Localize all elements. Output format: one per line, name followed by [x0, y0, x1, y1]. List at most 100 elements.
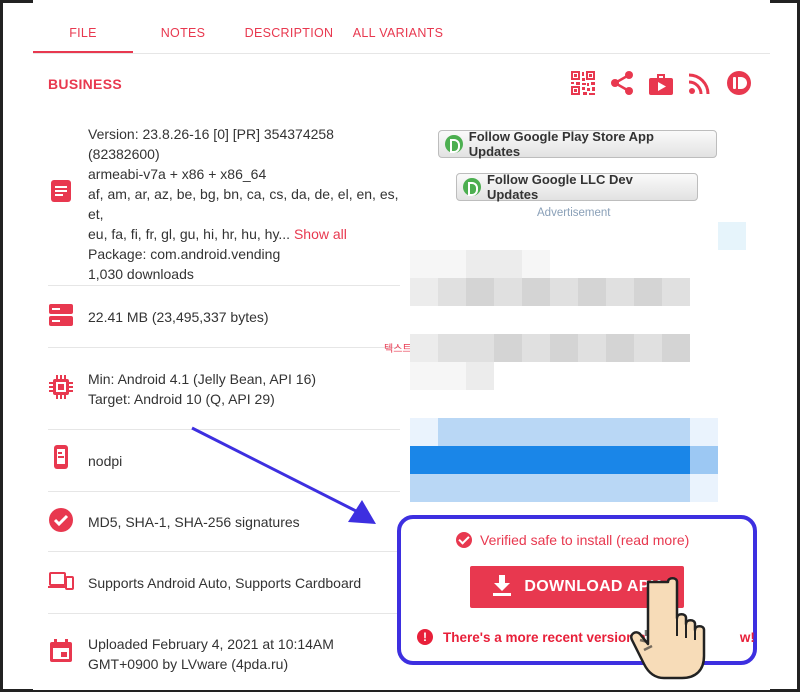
ad-pixel	[662, 446, 690, 474]
ad-pixel	[690, 362, 718, 390]
ad-pixel	[550, 306, 578, 334]
ad-pixel	[466, 222, 494, 250]
ad-pixel	[606, 446, 634, 474]
version-row: Version: 23.8.26-16 [0] [PR] 354374258 (…	[48, 120, 400, 286]
ad-pixel	[438, 474, 466, 502]
tab-bar: FILE NOTES DESCRIPTION ALL VARIANTS	[33, 10, 451, 54]
tab-description[interactable]: DESCRIPTION	[233, 10, 345, 54]
ad-pixel	[410, 334, 438, 362]
ad-pixel	[662, 418, 690, 446]
target-sdk: Target: Android 10 (Q, API 29)	[88, 391, 275, 407]
supports-text: Supports Android Auto, Supports Cardboar…	[88, 575, 362, 591]
devices-icon	[48, 568, 74, 594]
ad-pixel	[578, 418, 606, 446]
show-all-link[interactable]: Show all	[294, 226, 347, 242]
follow-dev-label: Follow Google LLC Dev Updates	[486, 172, 633, 202]
ad-pixel	[494, 222, 522, 250]
ad-pixel	[550, 474, 578, 502]
verified-text: Verified safe to install (read more)	[480, 532, 690, 548]
supports-row: Supports Android Auto, Supports Cardboar…	[48, 552, 400, 614]
ad-pixel	[634, 222, 662, 250]
ad-pixel	[522, 418, 550, 446]
follow-store-button[interactable]: Follow Google Play Store App Updates	[438, 129, 717, 159]
ad-pixel	[718, 446, 746, 474]
rss-icon[interactable]	[688, 71, 712, 95]
uploaded-by: GMT+0900 by LVware (4pda.ru)	[88, 656, 289, 672]
ad-pixel	[438, 222, 466, 250]
share-toolbar	[570, 70, 752, 96]
ad-pixel	[606, 474, 634, 502]
ad-pixel	[662, 278, 690, 306]
pushbullet-icon[interactable]	[726, 70, 752, 96]
ad-pixel	[550, 362, 578, 390]
ad-pixel	[634, 474, 662, 502]
ad-pixel	[522, 278, 550, 306]
ad-pixel	[438, 446, 466, 474]
tab-notes[interactable]: NOTES	[133, 10, 233, 54]
share-icon[interactable]	[610, 70, 634, 96]
ad-pixel	[550, 418, 578, 446]
ad-pixel	[718, 306, 746, 334]
tabs-divider	[33, 53, 770, 54]
ad-pixel	[606, 362, 634, 390]
phone-icon	[48, 444, 74, 470]
ad-pixel	[522, 390, 550, 418]
ad-pixel	[662, 306, 690, 334]
version-text: Version: 23.8.26-16 [0] [PR] 354374258	[88, 126, 334, 142]
ad-pixel	[606, 418, 634, 446]
ad-pixel	[466, 306, 494, 334]
ad-pixel	[522, 446, 550, 474]
ad-pixel	[690, 446, 718, 474]
ad-pixel	[494, 306, 522, 334]
follow-store-label: Follow Google Play Store App Updates	[468, 129, 654, 159]
chip-icon	[48, 374, 74, 400]
ad-pixel	[718, 418, 746, 446]
ad-pixel	[494, 390, 522, 418]
uploaded-date: Uploaded February 4, 2021 at 10:14AM	[88, 636, 334, 652]
sdk-row: Min: Android 4.1 (Jelly Bean, API 16) Ta…	[48, 348, 400, 430]
ad-pixel	[522, 334, 550, 362]
ad-pixel	[466, 362, 494, 390]
ad-pixel	[718, 390, 746, 418]
ad-pixel	[410, 362, 438, 390]
ad-pixel	[494, 418, 522, 446]
ad-pixel	[578, 362, 606, 390]
ad-pixel	[578, 250, 606, 278]
ad-pixel	[410, 222, 438, 250]
ad-pixel	[578, 390, 606, 418]
ad-pixel	[410, 474, 438, 502]
pushbullet-icon	[463, 178, 481, 196]
ad-pixel	[606, 306, 634, 334]
advertisement-banner[interactable]	[410, 222, 746, 502]
ad-pixel	[550, 250, 578, 278]
tab-file[interactable]: FILE	[33, 10, 133, 54]
verified-check-icon	[48, 507, 74, 533]
ad-pixel	[662, 362, 690, 390]
ad-pixel	[522, 222, 550, 250]
ad-pixel	[438, 418, 466, 446]
ad-pixel	[438, 250, 466, 278]
package-name: Package: com.android.vending	[88, 246, 281, 262]
follow-dev-button[interactable]: Follow Google LLC Dev Updates	[456, 172, 698, 202]
qr-code-icon[interactable]	[570, 70, 596, 96]
ad-pixel	[550, 222, 578, 250]
ad-pixel	[578, 446, 606, 474]
ad-pixel	[410, 278, 438, 306]
verified-notice[interactable]: Verified safe to install (read more)	[456, 532, 689, 548]
ad-pixel	[634, 362, 662, 390]
ad-pixel	[718, 250, 746, 278]
languages-line-2: eu, fa, fi, fr, gl, gu, hi, hr, hu, hy..…	[88, 226, 291, 242]
file-size: 22.41 MB (23,495,337 bytes)	[88, 309, 269, 325]
ad-pixel	[718, 474, 746, 502]
ad-pixel	[606, 334, 634, 362]
ad-pixel	[718, 362, 746, 390]
ad-pixel	[662, 334, 690, 362]
tab-all-variants[interactable]: ALL VARIANTS	[345, 10, 451, 54]
storage-icon	[48, 302, 74, 328]
languages-line-1: af, am, ar, az, be, bg, bn, ca, cs, da, …	[88, 186, 399, 222]
briefcase-play-icon[interactable]	[648, 70, 674, 96]
ad-pixel	[494, 446, 522, 474]
ad-pixel	[466, 390, 494, 418]
annotation-arrow-icon	[191, 426, 376, 524]
ad-pixel	[410, 446, 438, 474]
